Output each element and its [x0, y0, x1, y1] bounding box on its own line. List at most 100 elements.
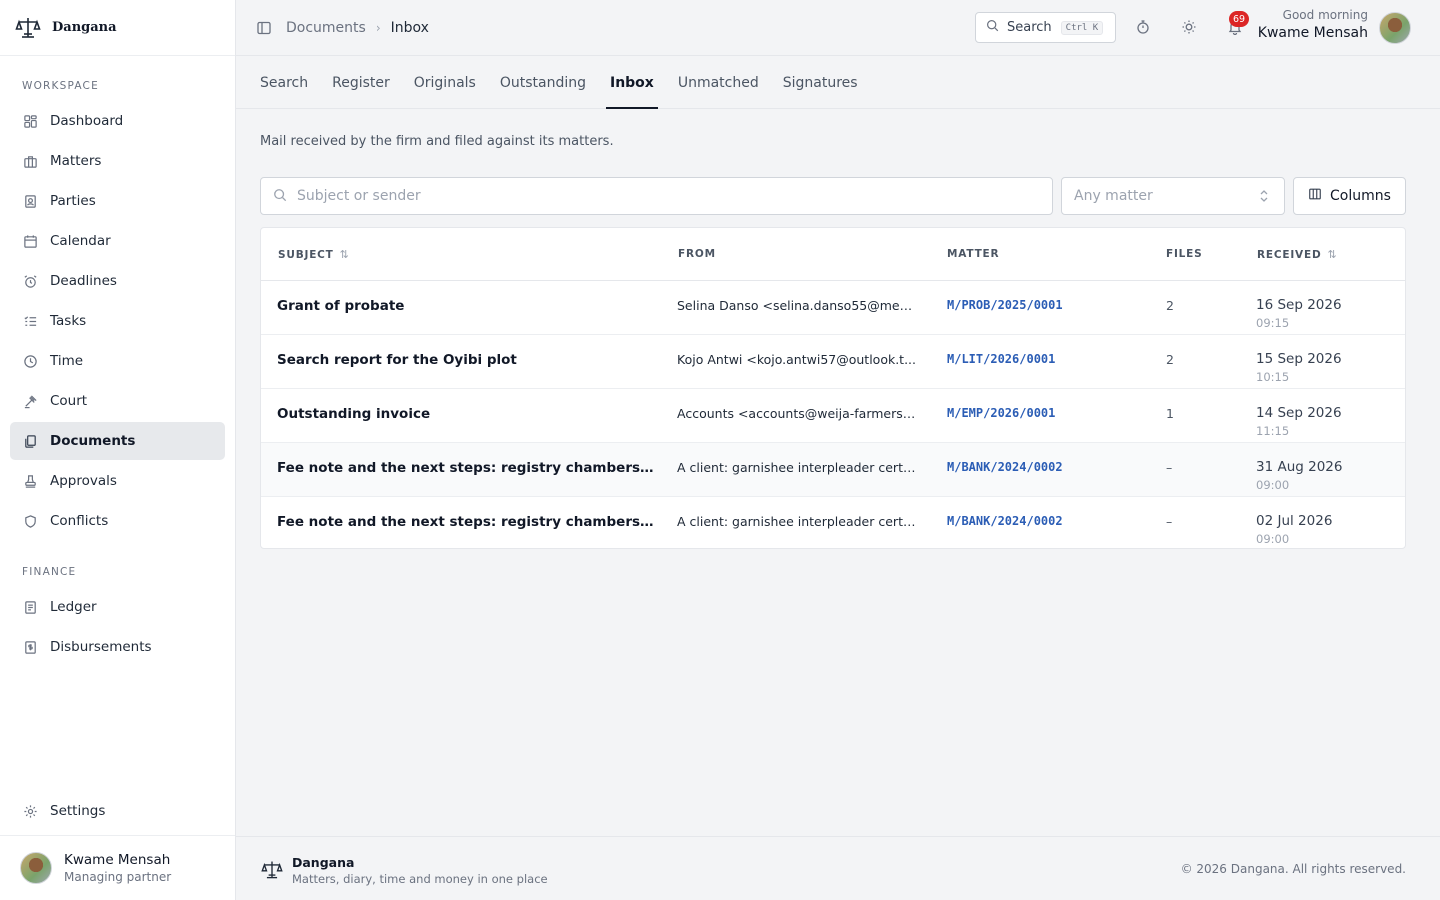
document-tabs: Search Register Originals Outstanding In…	[236, 56, 1440, 109]
scales-logo-icon	[14, 14, 42, 42]
row-received-time: 09:00	[1256, 532, 1290, 546]
row-files-count: 2	[1166, 298, 1174, 313]
search-button-label: Search	[1007, 20, 1052, 35]
list-icon	[22, 313, 38, 329]
search-icon	[986, 19, 999, 36]
inbox-table: SUBJECT ⇅ FROM MATTER FILES RECEIVED ⇅ Gra…	[260, 227, 1406, 549]
footer-tagline: Matters, diary, time and money in one pl…	[292, 872, 548, 886]
breadcrumb-documents[interactable]: Documents	[286, 20, 366, 36]
col-received-header[interactable]: RECEIVED ⇅	[1257, 248, 1338, 261]
gavel-icon	[22, 393, 38, 409]
sidebar-item-court[interactable]: Court	[10, 382, 225, 420]
row-received-date: 16 Sep 2026	[1256, 297, 1342, 313]
row-received-time: 09:00	[1256, 478, 1290, 492]
row-files-count: –	[1166, 460, 1173, 475]
sidebar-item-parties[interactable]: Parties	[10, 182, 225, 220]
row-matter-link[interactable]: M/PROB/2025/0001	[947, 298, 1063, 312]
table-row[interactable]: Fee note and the next steps: registry ch…	[261, 443, 1405, 497]
row-matter-link[interactable]: M/EMP/2026/0001	[947, 406, 1055, 420]
row-subject: Fee note and the next steps: registry ch…	[277, 460, 657, 476]
sidebar-item-documents[interactable]: Documents	[10, 422, 225, 460]
sidebar-user-card[interactable]: Kwame Mensah Managing partner	[0, 835, 235, 900]
brand[interactable]: Dangana	[0, 0, 235, 56]
row-matter-link[interactable]: M/LIT/2026/0001	[947, 352, 1055, 366]
header-user-name: Kwame Mensah	[1257, 25, 1368, 41]
row-from: Accounts <accounts@weija-farmers.t...	[677, 406, 917, 421]
tab-originals[interactable]: Originals	[414, 56, 476, 109]
user-greeting[interactable]: Good morning Kwame Mensah	[1258, 8, 1368, 41]
sidebar: Dangana WORKSPACE Dashboard Matters Part…	[0, 0, 236, 900]
sidebar-item-deadlines[interactable]: Deadlines	[10, 262, 225, 300]
sidebar-item-disbursements[interactable]: Disbursements	[10, 628, 225, 666]
footer-copyright: © 2026 Dangana. All rights reserved.	[1180, 862, 1406, 876]
sidebar-item-conflicts[interactable]: Conflicts	[10, 502, 225, 540]
tab-unmatched[interactable]: Unmatched	[678, 56, 759, 109]
table-header: SUBJECT ⇅ FROM MATTER FILES RECEIVED ⇅	[261, 228, 1405, 281]
ledger-icon	[22, 599, 38, 615]
matter-select[interactable]: Any matter	[1061, 177, 1285, 215]
sidebar-item-label: Calendar	[50, 233, 111, 249]
row-received-time: 11:15	[1256, 424, 1290, 438]
calendar-icon	[22, 233, 38, 249]
col-matter-header: MATTER	[947, 248, 1000, 260]
tab-signatures[interactable]: Signatures	[783, 56, 858, 109]
gear-icon	[22, 803, 38, 819]
header-avatar[interactable]	[1379, 12, 1411, 44]
row-matter-link[interactable]: M/BANK/2024/0002	[947, 514, 1063, 528]
footer-brand-name: Dangana	[292, 855, 355, 870]
row-received-time: 09:15	[1256, 316, 1290, 330]
sun-icon[interactable]	[1181, 19, 1197, 35]
sidebar-item-tasks[interactable]: Tasks	[10, 302, 225, 340]
sidebar-item-label: Time	[50, 353, 84, 369]
sort-icon: ⇅	[1327, 248, 1338, 261]
columns-button[interactable]: Columns	[1293, 177, 1406, 215]
table-row[interactable]: Outstanding invoice Accounts <accounts@w…	[261, 389, 1405, 443]
col-files-header: FILES	[1166, 248, 1203, 260]
row-matter-link[interactable]: M/BANK/2024/0002	[947, 460, 1063, 474]
dashboard-icon	[22, 113, 38, 129]
stopwatch-icon[interactable]	[1135, 19, 1151, 35]
receipt-icon	[22, 639, 38, 655]
page-description: Mail received by the firm and filed agai…	[260, 134, 614, 149]
sidebar-item-settings[interactable]: Settings	[10, 792, 225, 830]
col-from-header: FROM	[678, 248, 716, 260]
table-row[interactable]: Search report for the Oyibi plot Kojo An…	[261, 335, 1405, 389]
tab-search[interactable]: Search	[260, 56, 308, 109]
row-files-count: –	[1166, 514, 1173, 529]
sidebar-item-ledger[interactable]: Ledger	[10, 588, 225, 626]
tab-outstanding[interactable]: Outstanding	[500, 56, 586, 109]
stamp-icon	[22, 473, 38, 489]
brand-name: Dangana	[52, 20, 117, 35]
columns-button-label: Columns	[1330, 188, 1391, 204]
tab-inbox[interactable]: Inbox	[605, 56, 658, 109]
search-shortcut: Ctrl K	[1060, 20, 1104, 35]
greeting-text: Good morning	[1282, 8, 1368, 22]
col-subject-header[interactable]: SUBJECT ⇅	[278, 248, 350, 261]
row-subject: Search report for the Oyibi plot	[277, 352, 517, 368]
row-files-count: 2	[1166, 352, 1174, 367]
chevron-up-down-icon	[1258, 189, 1270, 207]
sidebar-item-label: Disbursements	[50, 639, 152, 655]
sidebar-item-approvals[interactable]: Approvals	[10, 462, 225, 500]
sidebar-user-name: Kwame Mensah	[64, 852, 171, 868]
tab-register[interactable]: Register	[332, 56, 390, 109]
table-row[interactable]: Fee note and the next steps: registry ch…	[261, 497, 1405, 548]
sidebar-item-dashboard[interactable]: Dashboard	[10, 102, 225, 140]
shield-icon	[22, 513, 38, 529]
sidebar-item-time[interactable]: Time	[10, 342, 225, 380]
sidebar-item-label: Deadlines	[50, 273, 117, 289]
subject-search-field[interactable]	[260, 177, 1053, 215]
subject-search-input[interactable]	[297, 188, 997, 204]
row-files-count: 1	[1166, 406, 1174, 421]
sidebar-item-label: Approvals	[50, 473, 117, 489]
sidebar-item-label: Tasks	[50, 313, 87, 329]
sidebar-item-label: Ledger	[50, 599, 97, 615]
sidebar-item-label: Matters	[50, 153, 102, 169]
sidebar-item-matters[interactable]: Matters	[10, 142, 225, 180]
row-subject: Grant of probate	[277, 298, 405, 314]
global-search-button[interactable]: Search Ctrl K	[975, 12, 1116, 43]
sidebar-toggle-icon[interactable]	[256, 20, 272, 36]
sidebar-item-calendar[interactable]: Calendar	[10, 222, 225, 260]
table-row[interactable]: Grant of probate Selina Danso <selina.da…	[261, 281, 1405, 335]
documents-icon	[22, 433, 38, 449]
